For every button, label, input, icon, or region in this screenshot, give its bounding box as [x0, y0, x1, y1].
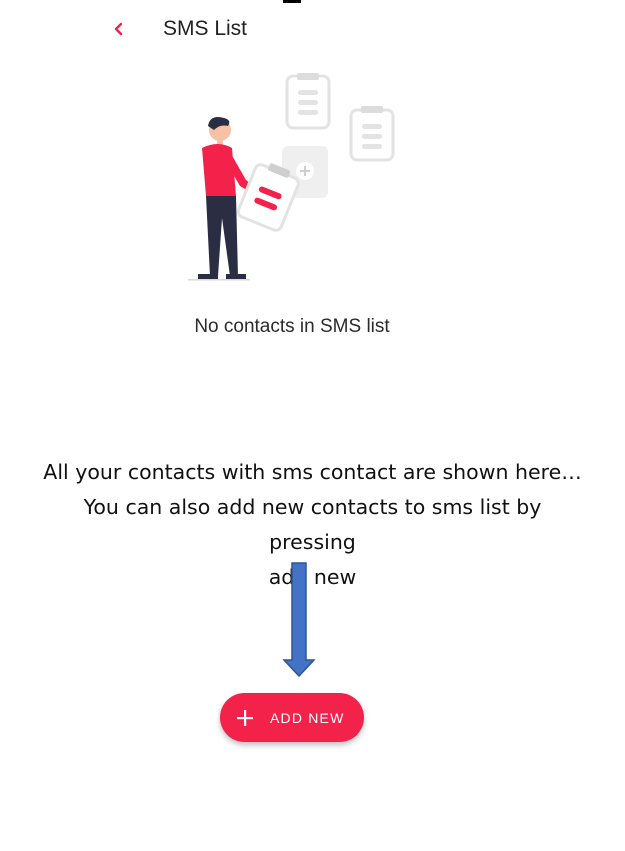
back-button[interactable] [106, 14, 132, 44]
app-header: SMS List [0, 0, 625, 60]
page-title: SMS List [163, 17, 248, 40]
empty-state-message: No contacts in SMS list [194, 316, 390, 337]
clipboard-icon [285, 73, 331, 130]
add-new-label: ADD NEW [270, 709, 345, 726]
down-arrow-icon [282, 562, 316, 678]
clipboard-icon [349, 106, 395, 162]
person-with-clipboard-illustration [188, 73, 395, 281]
add-new-button[interactable]: ADD NEW [220, 693, 364, 742]
annotation-line: You can also add new contacts to sms lis… [83, 495, 542, 554]
chevron-left-icon [114, 22, 123, 36]
annotation-line: All your contacts with sms contact are s… [43, 460, 582, 484]
plus-icon [237, 709, 253, 726]
